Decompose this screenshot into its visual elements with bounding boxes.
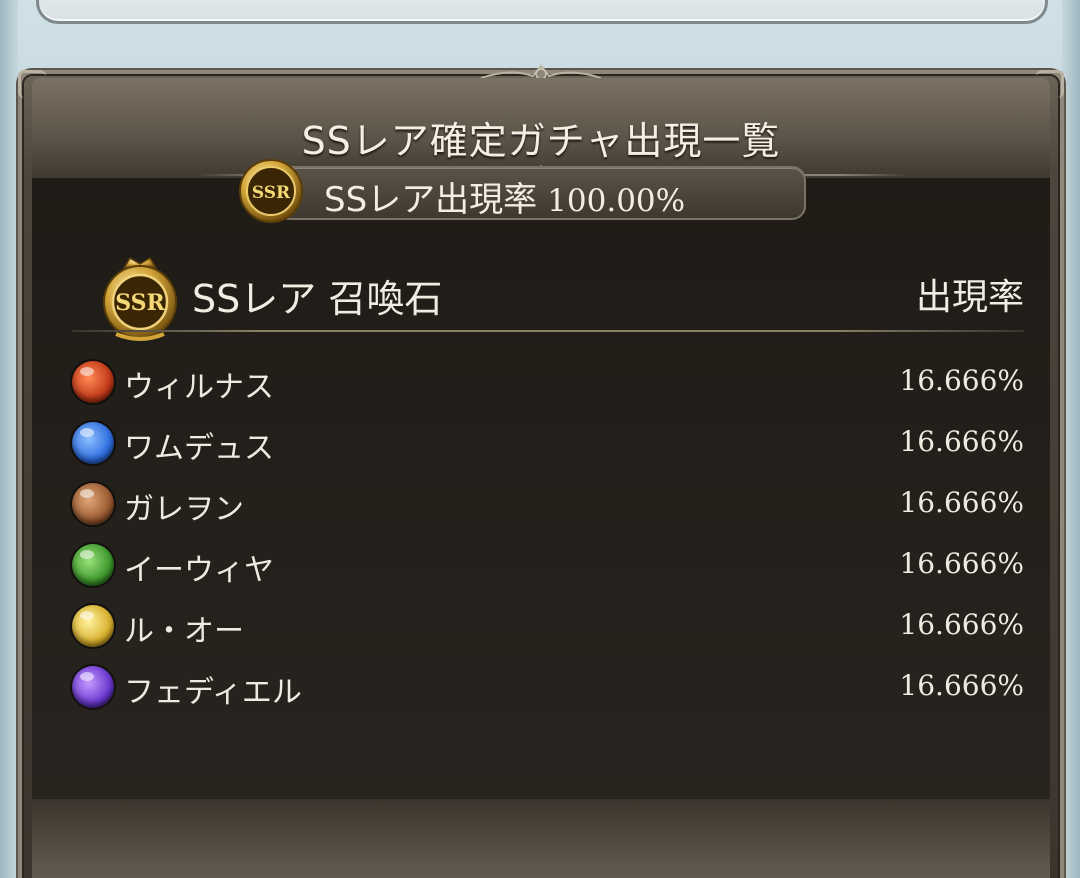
ssr-badge-icon: SSR (239, 159, 303, 223)
item-name: ワムデュス (124, 431, 274, 466)
fire-element-icon (72, 361, 114, 403)
list-item: ル・オー 16.666% (72, 598, 1024, 659)
ssr-rate-label: SSレア出現率 (324, 180, 538, 220)
list-item: ワムデュス 16.666% (72, 415, 1024, 476)
ssr-rate-text: SSレア出現率 100.00% (324, 172, 685, 221)
item-rate: 16.666% (899, 608, 1024, 641)
water-element-icon (72, 422, 114, 464)
list-item: フェディエル 16.666% (72, 659, 1024, 720)
light-element-icon (72, 605, 114, 647)
list-item: イーウィヤ 16.666% (72, 537, 1024, 598)
item-rate: 16.666% (899, 425, 1024, 458)
summon-list: ウィルナス 16.666% ワムデュス 16.666% ガレヲン 16.666%… (72, 354, 1024, 720)
item-rate: 16.666% (899, 486, 1024, 519)
item-name: イーウィヤ (124, 553, 274, 588)
section-title: SSレア 召喚石 (192, 277, 443, 321)
dialog-footer-area (32, 799, 1050, 878)
item-rate: 16.666% (899, 364, 1024, 397)
item-name: フェディエル (124, 675, 302, 710)
section-divider (72, 330, 1024, 332)
background-right-edge (1062, 0, 1080, 878)
ssr-crest-text: SSR (115, 290, 165, 316)
ssr-badge-text: SSR (252, 183, 291, 203)
item-rate: 16.666% (899, 547, 1024, 580)
item-name: ウィルナス (124, 370, 274, 405)
ssr-rate-summary: SSR SSレア出現率 100.00% (239, 159, 806, 223)
dialog-title: SSレア確定ガチャ出現一覧 (301, 119, 781, 163)
wind-element-icon (72, 544, 114, 586)
item-name: ル・オー (124, 614, 244, 649)
list-item: ウィルナス 16.666% (72, 354, 1024, 415)
item-rate: 16.666% (899, 669, 1024, 702)
earth-element-icon (72, 483, 114, 525)
item-name: ガレヲン (124, 492, 244, 527)
dark-element-icon (72, 666, 114, 708)
ssr-rate-value: 100.00% (547, 183, 686, 219)
previous-panel-bottom (36, 0, 1048, 24)
background-left-edge (0, 0, 18, 878)
list-item: ガレヲン 16.666% (72, 476, 1024, 537)
rate-column-header: 出現率 (915, 277, 1024, 318)
